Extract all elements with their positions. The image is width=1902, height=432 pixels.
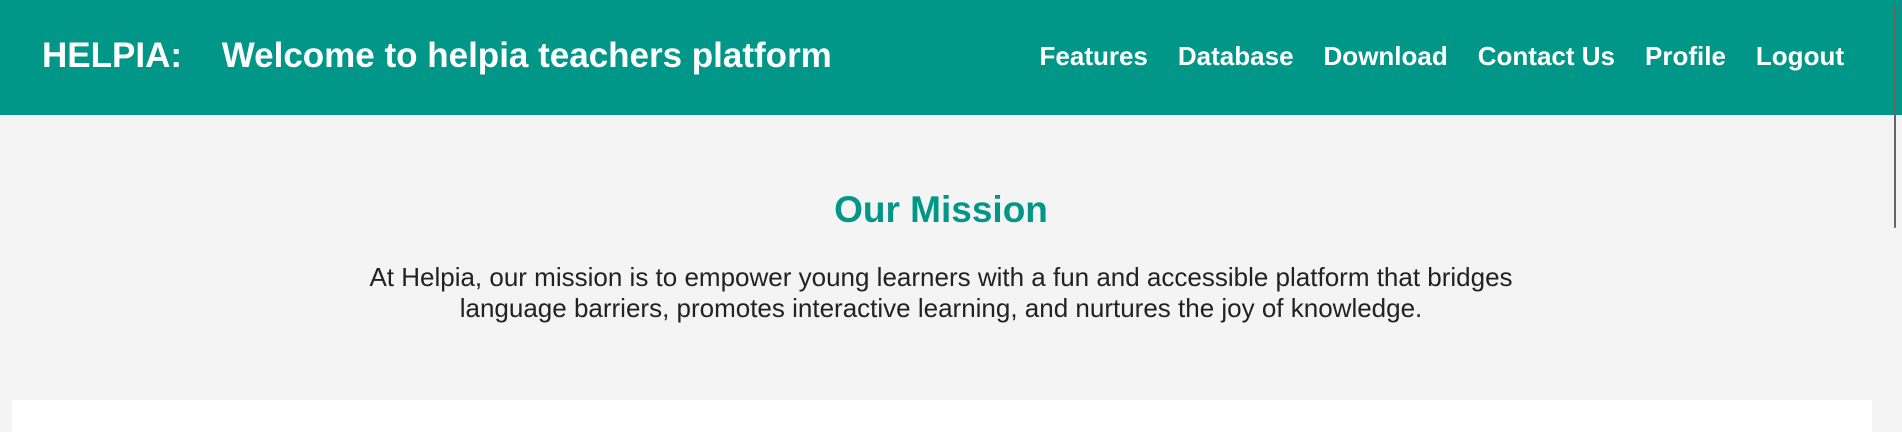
nav-contact-us-link[interactable]: Contact Us	[1478, 40, 1615, 72]
content-card	[12, 400, 1872, 432]
mission-heading: Our Mission	[834, 189, 1048, 230]
nav-database-link[interactable]: Database	[1178, 40, 1294, 72]
main-navigation: Features Database Download Contact Us Pr…	[1040, 40, 1844, 72]
nav-features-link[interactable]: Features	[1040, 40, 1148, 72]
site-brand: HELPIA: Welcome to helpia teachers platf…	[42, 34, 832, 78]
brand-name: HELPIA:	[42, 36, 182, 75]
nav-download-link[interactable]: Download	[1324, 40, 1448, 72]
top-navigation-bar: HELPIA: Welcome to helpia teachers platf…	[0, 0, 1902, 115]
page-scrollbar[interactable]	[1882, 0, 1902, 432]
scrollbar-thumb[interactable]	[1894, 4, 1896, 228]
nav-profile-link[interactable]: Profile	[1645, 40, 1726, 72]
mission-line-1: At Helpia, our mission is to empower you…	[369, 262, 1513, 292]
mission-description: At Helpia, our mission is to empower you…	[334, 262, 1548, 324]
page-title: Welcome to helpia teachers platform	[221, 36, 832, 75]
nav-logout-link[interactable]: Logout	[1756, 40, 1844, 72]
mission-line-2: language barriers, promotes interactive …	[459, 293, 1423, 323]
page: HELPIA: Welcome to helpia teachers platf…	[0, 0, 1902, 432]
